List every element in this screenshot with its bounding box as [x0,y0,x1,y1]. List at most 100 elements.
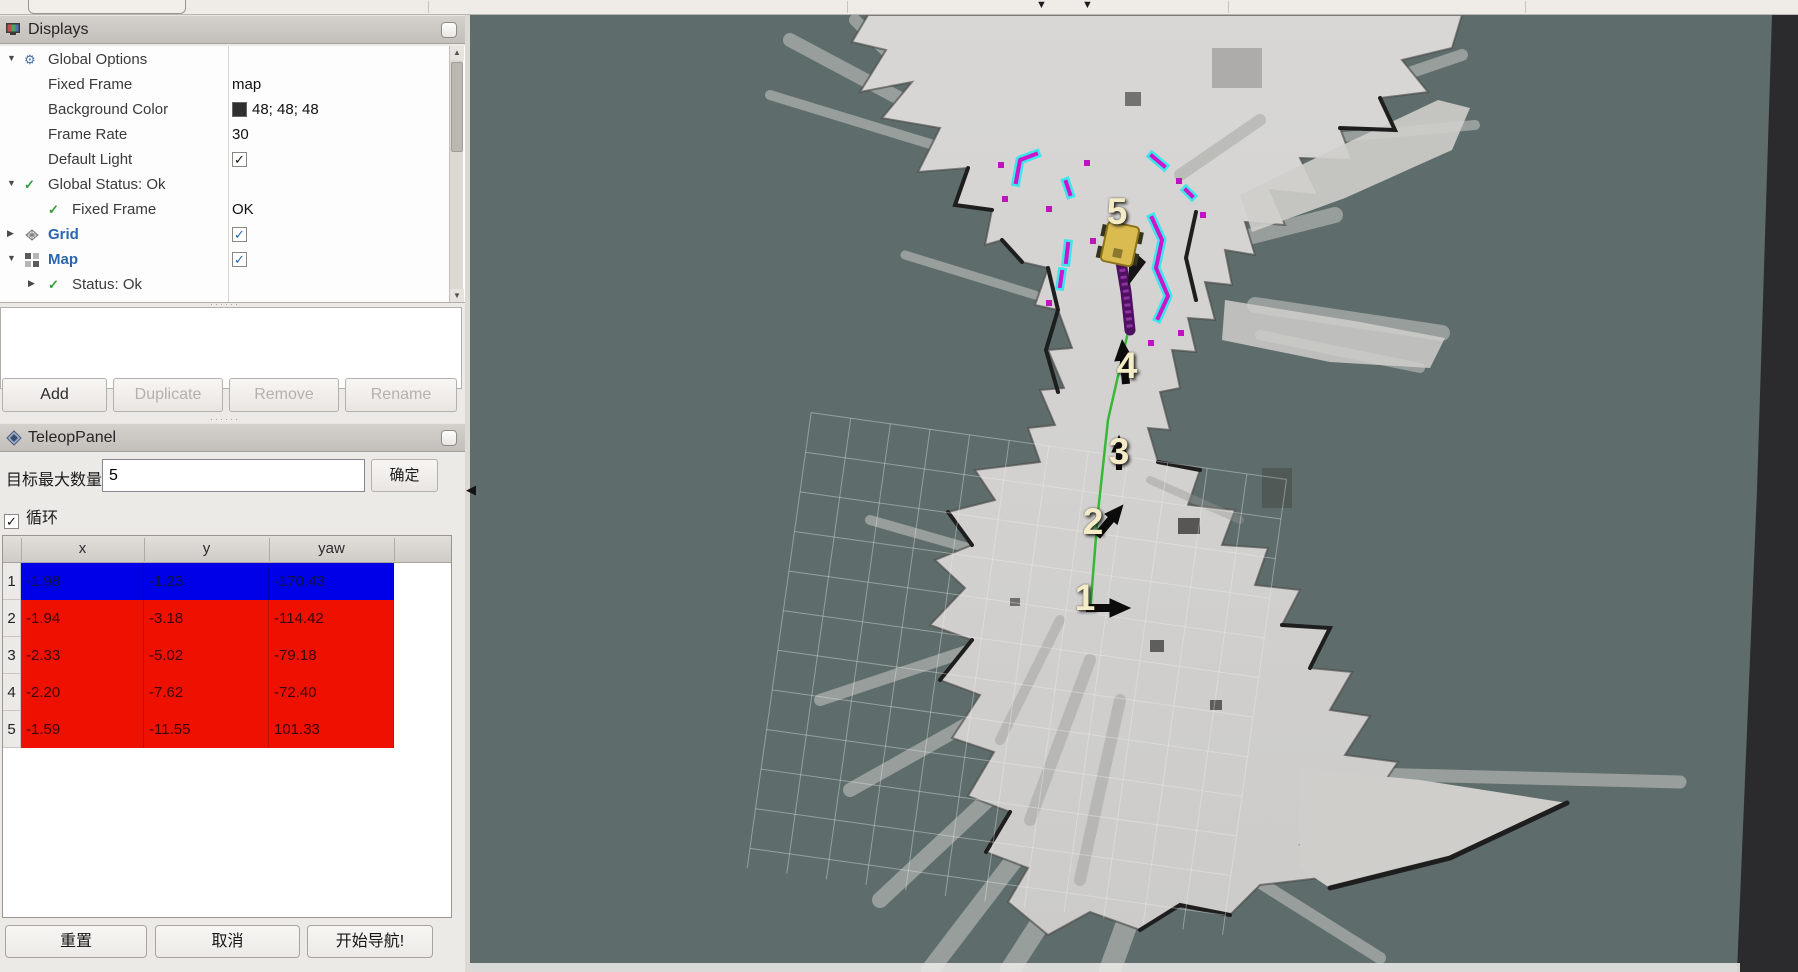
expander-open-icon[interactable]: ▼ [7,178,16,188]
add-button[interactable]: Add [2,378,107,412]
loop-checkbox-checked[interactable]: ✓ [4,514,19,529]
cell-x[interactable]: -1.98 [21,563,144,600]
start-navigation-button[interactable]: 开始导航! [307,925,433,958]
tree-row-map-status-clipped[interactable]: ▶ ✓ Status: Ok [0,273,447,298]
cell-y[interactable]: -5.02 [144,637,269,674]
grid-icon [24,227,40,243]
waypoint-label-4: 4 [1117,345,1138,387]
scrollbar-thumb[interactable] [451,62,463,152]
tree-row-global-options[interactable]: ▼ ⚙ Global Options [0,48,447,73]
tree-row-fixed-frame-status[interactable]: ✓ Fixed Frame OK [0,198,447,223]
header-y[interactable]: y [144,540,269,557]
tree-row-frame-rate[interactable]: Frame Rate 30 [0,123,447,148]
cell-yaw[interactable]: -170.43 [269,563,394,600]
cell-x[interactable]: -2.33 [21,637,144,674]
row-label: Map [48,251,78,268]
status-ok-check-icon: ✓ [24,177,40,193]
cell-y[interactable]: -7.62 [144,674,269,711]
tree-row-background-color[interactable]: Background Color 48; 48; 48 [0,98,447,123]
toolbar-separator [847,1,848,13]
goal-count-label: 目标最大数量 [6,466,102,490]
waypoint-label-3: 3 [1109,431,1130,473]
goal-count-input[interactable] [102,459,365,492]
expander-open-icon[interactable]: ▼ [7,253,16,263]
row-value[interactable]: map [232,76,261,93]
row-label: Global Options [48,51,147,68]
reset-button[interactable]: 重置 [5,925,147,958]
displays-panel-title: Displays [28,21,88,39]
table-row[interactable]: 5 -1.59 -11.55 101.33 [3,711,451,748]
remove-button[interactable]: Remove [229,378,339,412]
confirm-button[interactable]: 确定 [371,459,438,492]
displays-panel-titlebar[interactable]: Displays [0,15,465,44]
cell-x[interactable]: -1.59 [21,711,144,748]
cell-y[interactable]: -1.23 [144,563,269,600]
cell-yaw[interactable]: -79.18 [269,637,394,674]
waypoint-label-2: 2 [1083,501,1104,543]
row-label: Fixed Frame [48,76,132,93]
teleop-float-button[interactable] [441,430,457,446]
panel-collapse-arrow-icon[interactable]: ◀ [466,482,476,498]
table-row[interactable]: 4 -2.20 -7.62 -72.40 [3,674,451,711]
displays-float-button[interactable] [441,22,457,38]
waypoint-table-header: x y yaw [3,536,451,563]
loop-checkbox-row[interactable]: ✓ 循环 [4,504,58,529]
toolbar-dropdown-icon[interactable]: ▼ [1082,0,1093,11]
header-yaw[interactable]: yaw [269,540,394,557]
gear-icon: ⚙ [24,52,40,68]
left-panel-column: Displays ▼ ⚙ Global Options Fixed Frame … [0,15,465,972]
teleop-panel-icon [6,430,22,446]
row-value[interactable]: 30 [232,126,249,143]
row-value: OK [232,201,254,218]
header-x[interactable]: x [21,540,144,557]
cell-yaw[interactable]: 101.33 [269,711,394,748]
cell-x[interactable]: -1.94 [21,600,144,637]
row-number: 2 [3,600,21,637]
row-value: ✓ [232,151,247,168]
color-swatch[interactable] [232,102,247,117]
cell-y[interactable]: -11.55 [144,711,269,748]
cancel-button[interactable]: 取消 [155,925,300,958]
status-ok-check-icon: ✓ [48,202,64,218]
expander-open-icon[interactable]: ▼ [7,53,16,63]
expander-closed-icon[interactable]: ▶ [28,278,35,289]
table-row[interactable]: 3 -2.33 -5.02 -79.18 [3,637,451,674]
scroll-up-icon[interactable]: ▲ [450,46,464,60]
rviz-window: ▼ ▼ Displays ▼ ⚙ Global Options [0,0,1798,972]
row-value[interactable]: 48; 48; 48 [232,101,319,118]
rename-button[interactable]: Rename [345,378,457,412]
toolbar-dropdown-icon[interactable]: ▼ [1036,0,1047,11]
map-viewport[interactable]: 1 2 3 4 5 [470,15,1798,972]
tree-row-grid[interactable]: ▶ Grid ✓ [0,223,447,248]
duplicate-button[interactable]: Duplicate [113,378,223,412]
teleop-panel-title: TeleopPanel [28,429,116,447]
tree-scrollbar[interactable]: ▲ ▼ [449,46,463,303]
table-row[interactable]: 2 -1.94 -3.18 -114.42 [3,600,451,637]
map-icon [24,252,40,268]
row-value: ✓ [232,251,247,268]
table-row[interactable]: 1 -1.98 -1.23 -170.43 [3,563,451,600]
row-number: 3 [3,637,21,674]
waypoint-table[interactable]: x y yaw 1 -1.98 -1.23 -170.43 2 -1.94 -3… [2,535,452,918]
status-ok-check-icon: ✓ [48,277,64,293]
teleop-panel-titlebar[interactable]: TeleopPanel [0,423,465,452]
checkbox-checked[interactable]: ✓ [232,152,247,167]
cell-x[interactable]: -2.20 [21,674,144,711]
cell-yaw[interactable]: -114.42 [269,600,394,637]
displays-tree[interactable]: ▼ ⚙ Global Options Fixed Frame map Backg… [0,46,465,303]
checkbox-checked[interactable]: ✓ [232,227,247,242]
row-number: 5 [3,711,21,748]
cell-y[interactable]: -3.18 [144,600,269,637]
tree-row-default-light[interactable]: Default Light ✓ [0,148,447,173]
scroll-down-icon[interactable]: ▼ [450,289,464,303]
waypoint-label-1: 1 [1075,577,1096,619]
row-label: Fixed Frame [72,201,156,218]
cell-yaw[interactable]: -72.40 [269,674,394,711]
tree-row-global-status[interactable]: ▼ ✓ Global Status: Ok [0,173,447,198]
tree-row-fixed-frame[interactable]: Fixed Frame map [0,73,447,98]
toolbar-partial-button[interactable] [28,0,186,14]
checkbox-checked[interactable]: ✓ [232,252,247,267]
tree-row-map[interactable]: ▼ Map ✓ [0,248,447,273]
expander-closed-icon[interactable]: ▶ [7,228,14,239]
loop-label: 循环 [26,510,58,527]
